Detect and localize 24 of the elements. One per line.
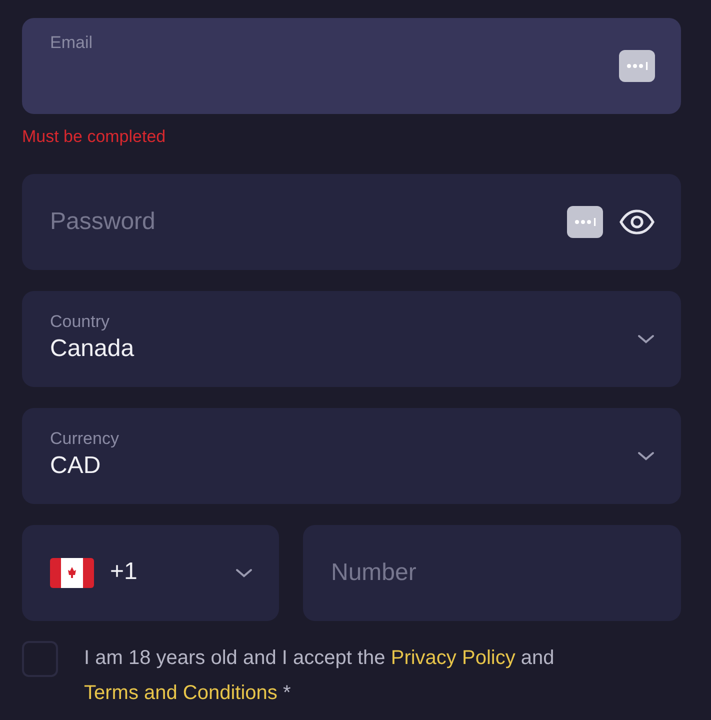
field-label: Country bbox=[50, 312, 111, 332]
consent-text: I am 18 years old and I accept the Privacy Policy and Terms and Conditions * bbox=[84, 646, 556, 706]
password-input[interactable]: Password bbox=[50, 204, 567, 240]
link[interactable]: Privacy Policy bbox=[390, 646, 516, 668]
error-message: Must be completed bbox=[22, 126, 167, 148]
select-field[interactable]: Currency CAD bbox=[22, 408, 681, 504]
phone-number-input[interactable]: Number bbox=[331, 554, 655, 590]
field-label: Currency bbox=[50, 430, 120, 448]
field-value: Canada bbox=[50, 335, 136, 364]
select-field[interactable]: Country Canada bbox=[22, 290, 681, 386]
country-code-select[interactable]: +1 bbox=[22, 524, 279, 620]
flag-icon bbox=[50, 558, 94, 588]
chevron-down-icon[interactable] bbox=[637, 450, 655, 460]
chevron-down-icon[interactable] bbox=[637, 334, 655, 344]
autofill-key-icon[interactable] bbox=[619, 50, 655, 82]
chevron-down-icon[interactable] bbox=[235, 568, 253, 578]
link[interactable]: Terms and Conditions bbox=[84, 682, 278, 704]
field-label: Email bbox=[50, 34, 94, 53]
field-value: CAD bbox=[50, 452, 102, 482]
phone-code: +1 bbox=[110, 558, 138, 587]
eye-icon[interactable] bbox=[619, 208, 655, 234]
autofill-key-icon[interactable] bbox=[567, 206, 603, 238]
phone-number-field[interactable]: Number bbox=[303, 524, 681, 620]
password-field[interactable]: Password bbox=[22, 174, 681, 270]
